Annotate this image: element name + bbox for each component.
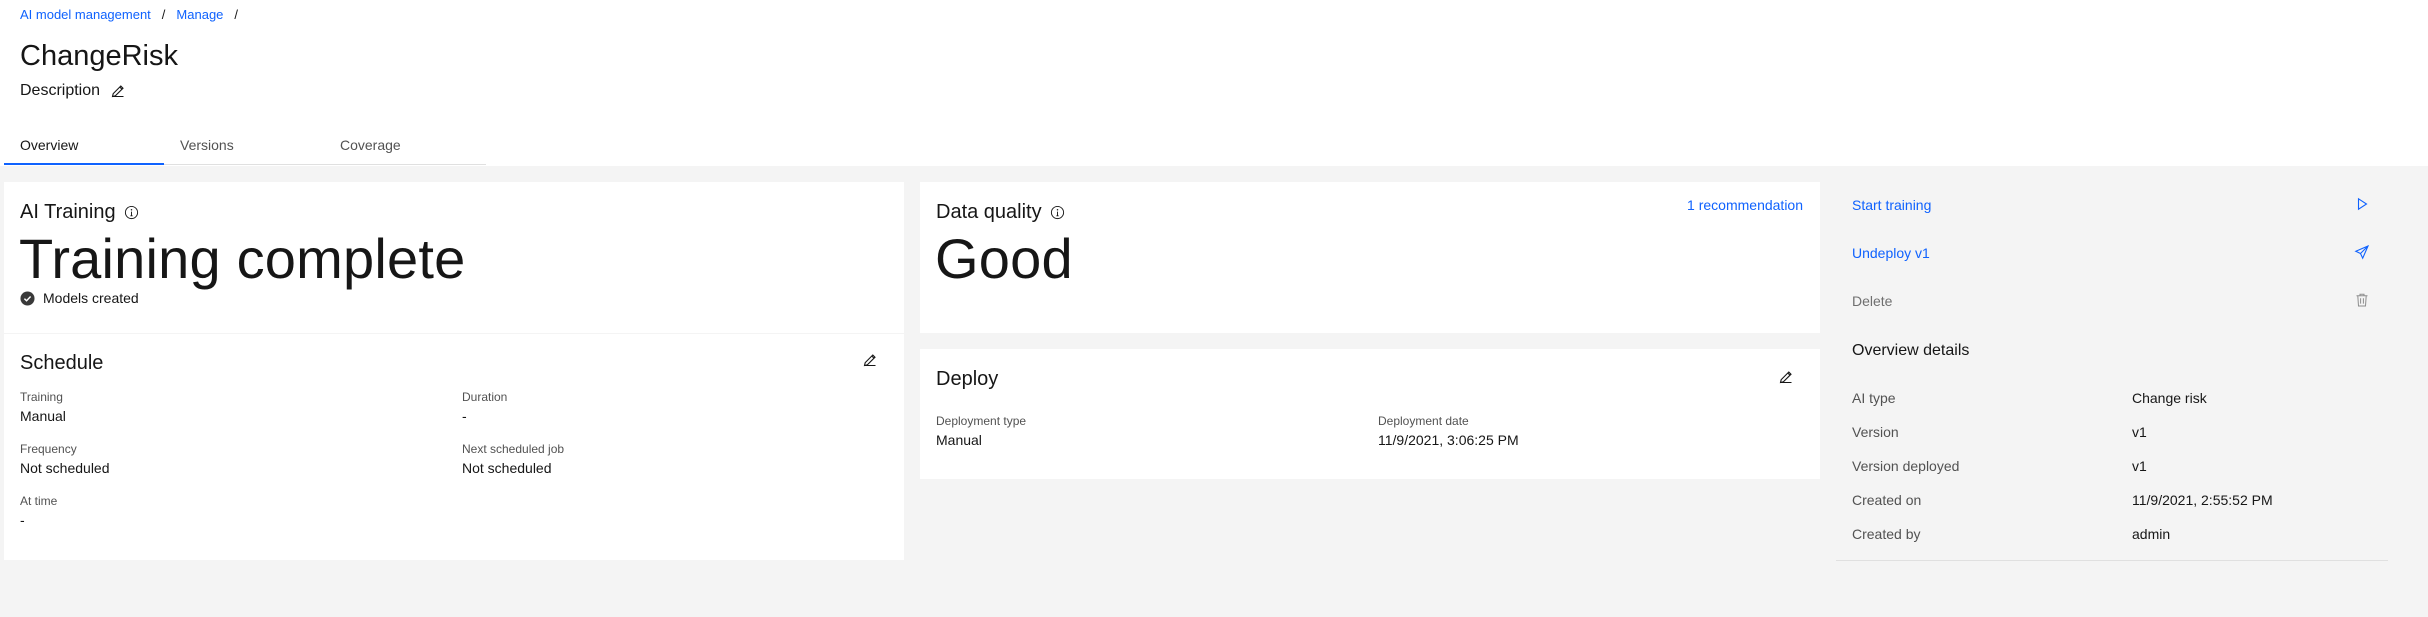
field-value: Manual: [20, 408, 66, 424]
description-label: Description: [20, 82, 101, 99]
delete-label: Delete: [1852, 293, 1893, 309]
field-label: Duration: [462, 390, 508, 404]
data-quality-card: Data quality 1 recommendation Good: [920, 182, 1820, 333]
overview-value: v1: [2132, 458, 2147, 474]
tab-versions[interactable]: Versions: [164, 134, 324, 165]
overview-value: 11/9/2021, 2:55:52 PM: [2132, 492, 2273, 508]
deploy-title: Deploy: [936, 368, 999, 390]
page-header: AI model management / Manage / ChangeRis…: [0, 0, 2428, 165]
breadcrumb-separator: /: [161, 7, 166, 22]
overview-row-version: Version v1: [1852, 424, 2382, 458]
tab-coverage[interactable]: Coverage: [324, 134, 484, 165]
overview-content: AI Training Training complete Models cre…: [0, 166, 2428, 617]
overview-value: Change risk: [2132, 390, 2207, 406]
data-quality-status: Good: [935, 227, 1073, 290]
undeploy-action[interactable]: Undeploy v1: [1836, 230, 2388, 277]
breadcrumb-manage[interactable]: Manage: [176, 7, 223, 22]
info-icon[interactable]: [124, 205, 139, 220]
overview-value: admin: [2132, 526, 2171, 542]
trash-icon: [2354, 292, 2370, 308]
info-icon[interactable]: [1050, 205, 1065, 220]
field-label: Deployment type: [936, 414, 1027, 428]
send-icon: [2354, 244, 2370, 260]
ai-training-title: AI Training: [20, 201, 116, 223]
overview-row-created-by: Created by admin: [1852, 526, 2382, 560]
right-panel: Start training Undeploy v1 Delete Overvi…: [1836, 182, 2388, 562]
overview-key: Version deployed: [1852, 458, 1960, 474]
recommendation-link[interactable]: 1 recommendation: [1687, 197, 1803, 213]
field-label: Training: [20, 390, 63, 404]
overview-divider: [1836, 560, 2388, 561]
ai-training-title-row: AI Training: [20, 201, 139, 224]
training-sub-status: Models created: [20, 290, 139, 306]
overview-key: AI type: [1852, 390, 1896, 406]
field-value: Manual: [936, 432, 982, 448]
overview-row-created-on: Created on 11/9/2021, 2:55:52 PM: [1852, 492, 2382, 526]
field-value: -: [462, 408, 467, 424]
edit-deploy-icon[interactable]: [1778, 369, 1794, 385]
play-icon: [2354, 196, 2370, 212]
data-quality-title-row: Data quality: [936, 201, 1065, 224]
checkmark-filled-icon: [20, 290, 35, 306]
field-label: At time: [20, 494, 58, 508]
tab-overview[interactable]: Overview: [4, 134, 164, 165]
edit-description-icon[interactable]: [110, 83, 126, 99]
overview-row-version-deployed: Version deployed v1: [1852, 458, 2382, 492]
delete-action[interactable]: Delete: [1836, 278, 2388, 325]
schedule-card: Schedule Training Manual Duration - Freq…: [4, 334, 904, 560]
field-label: Next scheduled job: [462, 442, 565, 456]
deploy-card: Deploy Deployment type Manual Deployment…: [920, 349, 1820, 479]
description-row: Description: [20, 82, 126, 100]
start-training-action[interactable]: Start training: [1836, 182, 2388, 229]
field-value: Not scheduled: [20, 460, 110, 476]
breadcrumb-separator: /: [234, 7, 239, 22]
overview-key: Created by: [1852, 526, 1921, 542]
field-label: Frequency: [20, 442, 77, 456]
training-status: Training complete: [19, 227, 466, 290]
schedule-title: Schedule: [20, 352, 104, 374]
edit-schedule-icon[interactable]: [862, 352, 878, 368]
overview-row-ai-type: AI type Change risk: [1852, 390, 2382, 424]
overview-key: Version: [1852, 424, 1899, 440]
overview-details-title: Overview details: [1852, 342, 1970, 359]
overview-value: v1: [2132, 424, 2147, 440]
pencil-icon: [111, 85, 124, 98]
breadcrumb-ai-model-management[interactable]: AI model management: [20, 7, 151, 22]
tab-list: Overview Versions Coverage: [4, 134, 486, 165]
breadcrumb: AI model management / Manage /: [20, 7, 249, 22]
undeploy-label: Undeploy v1: [1852, 245, 1930, 261]
ai-training-card: AI Training Training complete Models cre…: [4, 182, 904, 333]
field-value: 11/9/2021, 3:06:25 PM: [1378, 432, 1519, 448]
field-value: -: [20, 512, 25, 528]
overview-key: Created on: [1852, 492, 1922, 508]
data-quality-title: Data quality: [936, 201, 1042, 223]
models-created-label: Models created: [43, 290, 139, 306]
field-value: Not scheduled: [462, 460, 552, 476]
start-training-label: Start training: [1852, 197, 1932, 213]
page-title: ChangeRisk: [20, 40, 178, 72]
field-label: Deployment date: [1378, 414, 1469, 428]
